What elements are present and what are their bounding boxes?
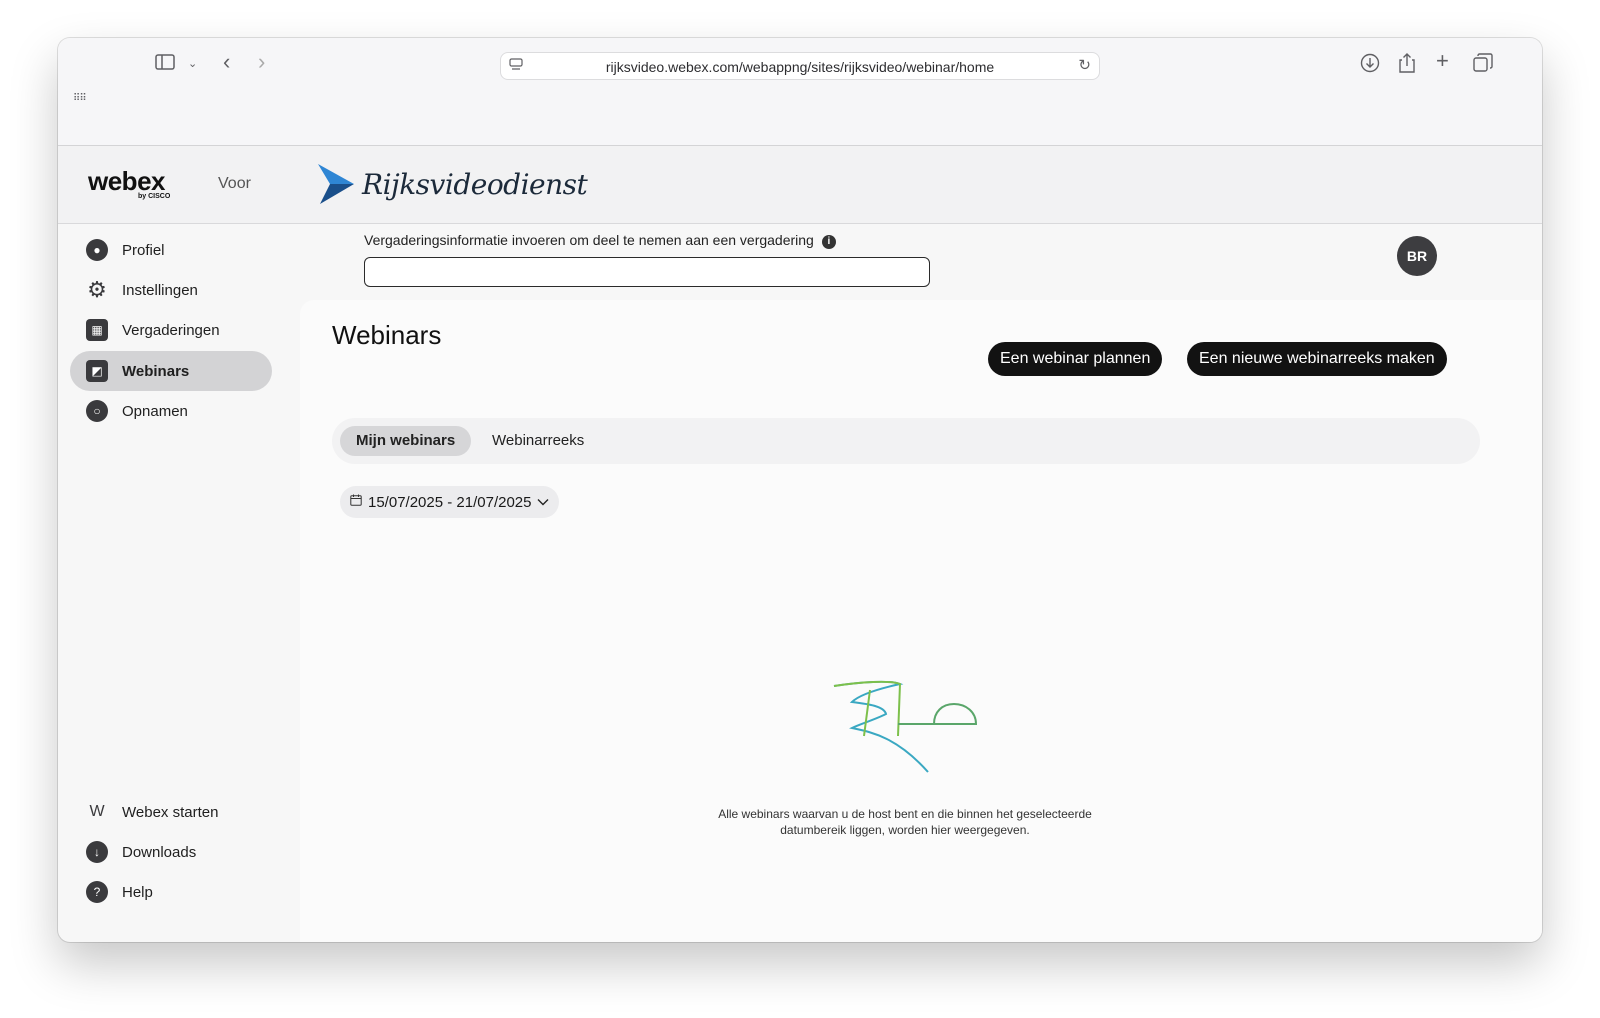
forward-icon[interactable]: › [258, 51, 265, 73]
join-meeting-input[interactable] [364, 257, 930, 287]
gear-icon: ⚙ [87, 277, 107, 302]
voor-label: Voor [218, 175, 251, 192]
sidebar-icon[interactable] [155, 54, 175, 74]
empty-state-line-1: Alle webinars waarvan u de host bent en … [718, 807, 1092, 821]
sidebar-item-profiel[interactable]: ● Profiel [70, 230, 272, 270]
download-icon: ↓ [86, 841, 108, 863]
main-content: Webinars Een webinar plannen Een nieuwe … [300, 300, 1542, 942]
empty-state-message: Alle webinars waarvan u de host bent en … [680, 806, 1130, 838]
sidebar-item-label: Opnamen [122, 402, 188, 420]
download-icon[interactable] [1360, 53, 1380, 77]
empty-state-line-2: datumbereik liggen, worden hier weergege… [780, 823, 1030, 837]
browser-toolbar: ⌄ ‹ › rijksvideo.webex.com/webappng/site… [58, 38, 1542, 146]
sidebar-item-label: Help [122, 883, 153, 901]
sidebar-item-label: Webex starten [122, 803, 219, 821]
new-tab-icon[interactable]: + [1436, 50, 1449, 72]
avatar[interactable]: BR [1397, 236, 1437, 276]
rijksvideodienst-logo-icon [316, 162, 356, 211]
back-icon[interactable]: ‹ [223, 51, 230, 73]
sidebar-item-label: Vergaderingen [122, 321, 220, 339]
webex-icon: W [89, 803, 105, 820]
sidebar-item-label: Profiel [122, 241, 165, 259]
sidebar-item-help[interactable]: ? Help [70, 872, 272, 912]
sidebar-item-vergaderingen[interactable]: ▦ Vergaderingen [70, 310, 272, 350]
grid-icon[interactable]: ⠿⠿ [73, 89, 87, 109]
sidebar-item-downloads[interactable]: ↓ Downloads [70, 832, 272, 872]
recording-icon: ○ [86, 400, 108, 422]
tab-mijn-webinars[interactable]: Mijn webinars [340, 426, 472, 456]
join-meeting-label-text: Vergaderingsinformatie invoeren om deel … [364, 232, 814, 248]
tab-webinarreeks[interactable]: Webinarreeks [476, 426, 600, 456]
sidebar-item-instellingen[interactable]: ⚙ Instellingen [70, 270, 272, 310]
sidebar-item-webinars[interactable]: ◩ Webinars [70, 351, 272, 391]
browser-window: ⌄ ‹ › rijksvideo.webex.com/webappng/site… [58, 38, 1542, 942]
app-header: webex by CISCO Voor Rijksvideodienst [58, 146, 1542, 224]
chevron-down-icon [537, 493, 549, 511]
org-name: Rijksvideodienst [362, 168, 588, 201]
address-bar[interactable]: rijksvideo.webex.com/webappng/sites/rijk… [500, 52, 1100, 80]
calendar-icon [350, 493, 362, 511]
url-text: rijksvideo.webex.com/webappng/sites/rijk… [605, 59, 995, 75]
date-range-picker[interactable]: 15/07/2025 - 21/07/2025 [340, 486, 560, 518]
date-range-value: 15/07/2025 - 21/07/2025 [368, 493, 532, 511]
share-icon[interactable] [1398, 52, 1416, 78]
webex-logo-sub: by CISCO [138, 193, 171, 200]
sidebar-item-opnamen[interactable]: ○ Opnamen [70, 391, 272, 431]
join-meeting-label: Vergaderingsinformatie invoeren om deel … [364, 232, 836, 249]
new-webinar-series-button[interactable]: Een nieuwe webinarreeks maken [1187, 342, 1447, 376]
sidebar-item-label: Downloads [122, 843, 197, 861]
empty-state-illustration-icon [830, 678, 980, 779]
page-title: Webinars [332, 320, 442, 350]
profile-icon: ● [86, 239, 108, 261]
sidebar-item-label: Instellingen [122, 281, 198, 299]
sidebar-item-label: Webinars [122, 362, 190, 380]
webinar-icon: ◩ [86, 360, 108, 382]
reload-icon[interactable]: ↻ [1078, 56, 1091, 76]
sidebar-item-webex-starten[interactable]: W Webex starten [70, 792, 272, 832]
tab-overview-icon[interactable] [1473, 53, 1493, 77]
schedule-webinar-button[interactable]: Een webinar plannen [988, 342, 1163, 376]
info-icon[interactable]: i [821, 235, 836, 249]
chevron-down-icon[interactable]: ⌄ [188, 54, 197, 74]
sidebar: ● Profiel ⚙ Instellingen ▦ Vergaderingen… [58, 224, 298, 942]
calendar-icon: ▦ [86, 319, 108, 341]
help-icon: ? [86, 881, 108, 903]
webinar-tabs: Mijn webinars Webinarreeks [332, 418, 1480, 464]
